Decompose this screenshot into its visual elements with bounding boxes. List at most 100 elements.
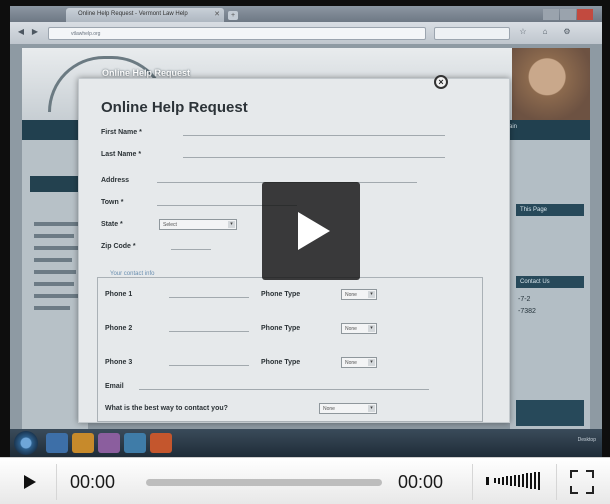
site-right-box-contact[interactable]: Contact Us <box>516 276 584 288</box>
phone-1-type-select[interactable]: None ▾ <box>341 289 377 300</box>
phone-2-field[interactable] <box>169 331 249 332</box>
player-controls: 00:00 00:00 <box>0 457 610 504</box>
volume-level-bar <box>530 473 532 489</box>
header-photo <box>512 48 590 120</box>
volume-level-bar <box>494 478 496 483</box>
volume-level-bar <box>506 476 508 485</box>
browser-tab-title: Online Help Request - Vermont Law Help <box>78 11 188 17</box>
taskbar-app-icon[interactable] <box>98 433 120 453</box>
home-icon[interactable]: ⌂ <box>540 27 550 37</box>
phone-2-type-select[interactable]: None ▾ <box>341 323 377 334</box>
chevron-down-icon: ▾ <box>368 325 375 332</box>
system-tray: Desktop <box>578 437 596 443</box>
new-tab-icon[interactable]: + <box>228 11 238 20</box>
site-right-box-this-page[interactable]: This Page <box>516 204 584 216</box>
window-controls <box>542 7 596 20</box>
speaker-icon <box>486 477 489 485</box>
phone-3-type-label: Phone Type <box>261 359 301 366</box>
address-bar[interactable]: vtlawhelp.org <box>48 27 426 40</box>
first-name-label: First Name * <box>101 129 142 136</box>
big-play-button[interactable] <box>262 182 360 280</box>
chevron-down-icon: ▾ <box>368 359 375 366</box>
site-header-title: Online Help Request <box>102 68 191 78</box>
last-name-field[interactable] <box>183 157 445 158</box>
best-way-label: What is the best way to contact you? <box>105 405 228 412</box>
volume-level-bar <box>526 473 528 488</box>
chevron-down-icon: ▾ <box>228 221 235 228</box>
window-close-icon[interactable] <box>577 9 593 20</box>
zip-code-label: Zip Code * <box>101 243 136 250</box>
current-time: 00:00 <box>70 472 116 492</box>
settings-gear-icon[interactable]: ⚙ <box>562 27 572 37</box>
volume-level-bar <box>534 472 536 489</box>
taskbar-app-icon[interactable] <box>124 433 146 453</box>
video-screen[interactable]: Online Help Request - Vermont Law Help ✕… <box>10 6 602 457</box>
browser-nav-bar: ◀ ▶ vtlawhelp.org ☆ ⌂ ⚙ <box>10 22 602 44</box>
phone-1-type-label: Phone Type <box>261 291 301 298</box>
site-nav-item-main[interactable]: Main <box>504 124 554 136</box>
browser-search-input[interactable] <box>434 27 510 40</box>
fullscreen-icon[interactable] <box>570 470 594 494</box>
phone-2-type-value: None <box>345 326 357 332</box>
site-left-link <box>34 306 70 310</box>
address-label: Address <box>101 177 130 184</box>
taskbar-app-icon[interactable] <box>72 433 94 453</box>
fullscreen-corner <box>570 470 578 478</box>
tab-close-icon[interactable]: ✕ <box>214 10 220 18</box>
control-divider <box>472 464 473 500</box>
contact-info-fieldset <box>97 277 483 422</box>
contact-info-legend: Your contact info <box>107 271 158 277</box>
chevron-down-icon: ▾ <box>368 405 375 412</box>
maximize-icon[interactable] <box>560 9 576 20</box>
email-label: Email <box>105 383 124 390</box>
phone-3-type-value: None <box>345 360 357 366</box>
control-divider <box>56 464 57 500</box>
minimize-icon[interactable] <box>543 9 559 20</box>
forward-icon[interactable]: ▶ <box>30 27 40 37</box>
email-field[interactable] <box>139 389 429 390</box>
chevron-down-icon: ▾ <box>368 291 375 298</box>
fullscreen-corner <box>570 486 578 494</box>
os-taskbar: Desktop <box>10 429 602 457</box>
seek-bar[interactable] <box>146 479 382 486</box>
site-right-box-bottom <box>516 400 584 426</box>
volume-level-bar <box>538 472 540 490</box>
state-select[interactable]: Select ▾ <box>159 219 237 230</box>
taskbar-app-icon[interactable] <box>150 433 172 453</box>
volume-control[interactable] <box>486 470 546 492</box>
phone-1-field[interactable] <box>169 297 249 298</box>
phone-1-label: Phone 1 <box>105 291 133 298</box>
best-way-select[interactable]: None ▾ <box>319 403 377 414</box>
phone-3-label: Phone 3 <box>105 359 133 366</box>
browser-tab[interactable]: Online Help Request - Vermont Law Help ✕ <box>66 8 224 22</box>
first-name-field[interactable] <box>183 135 445 136</box>
play-button[interactable] <box>16 470 42 494</box>
volume-level-bar <box>498 478 500 484</box>
phone-3-field[interactable] <box>169 365 249 366</box>
site-left-link <box>34 294 78 298</box>
phone-1-type-value: None <box>345 292 357 298</box>
system-tray-label: Desktop <box>577 437 596 443</box>
volume-level-bar <box>510 476 512 486</box>
site-left-link <box>34 258 72 262</box>
site-left-link <box>34 246 78 250</box>
zip-code-field[interactable] <box>171 249 211 250</box>
bookmark-star-icon[interactable]: ☆ <box>518 27 528 37</box>
address-bar-url: vtlawhelp.org <box>71 31 101 37</box>
play-icon <box>24 475 36 489</box>
taskbar-app-icon[interactable] <box>46 433 68 453</box>
fullscreen-corner <box>586 470 594 478</box>
modal-close-icon[interactable]: × <box>434 75 448 89</box>
town-label: Town * <box>101 199 124 206</box>
volume-level-bar <box>514 475 516 486</box>
site-left-link <box>34 282 74 286</box>
phone-3-type-select[interactable]: None ▾ <box>341 357 377 368</box>
start-button[interactable] <box>14 431 38 455</box>
site-left-link <box>34 234 74 238</box>
video-player-frame: Online Help Request - Vermont Law Help ✕… <box>0 0 610 504</box>
back-icon[interactable]: ◀ <box>16 27 26 37</box>
browser-tab-bar: Online Help Request - Vermont Law Help ✕… <box>10 6 602 22</box>
last-name-label: Last Name * <box>101 151 142 158</box>
site-right-phone-1: -7-2 <box>518 296 531 303</box>
fullscreen-corner <box>586 486 594 494</box>
